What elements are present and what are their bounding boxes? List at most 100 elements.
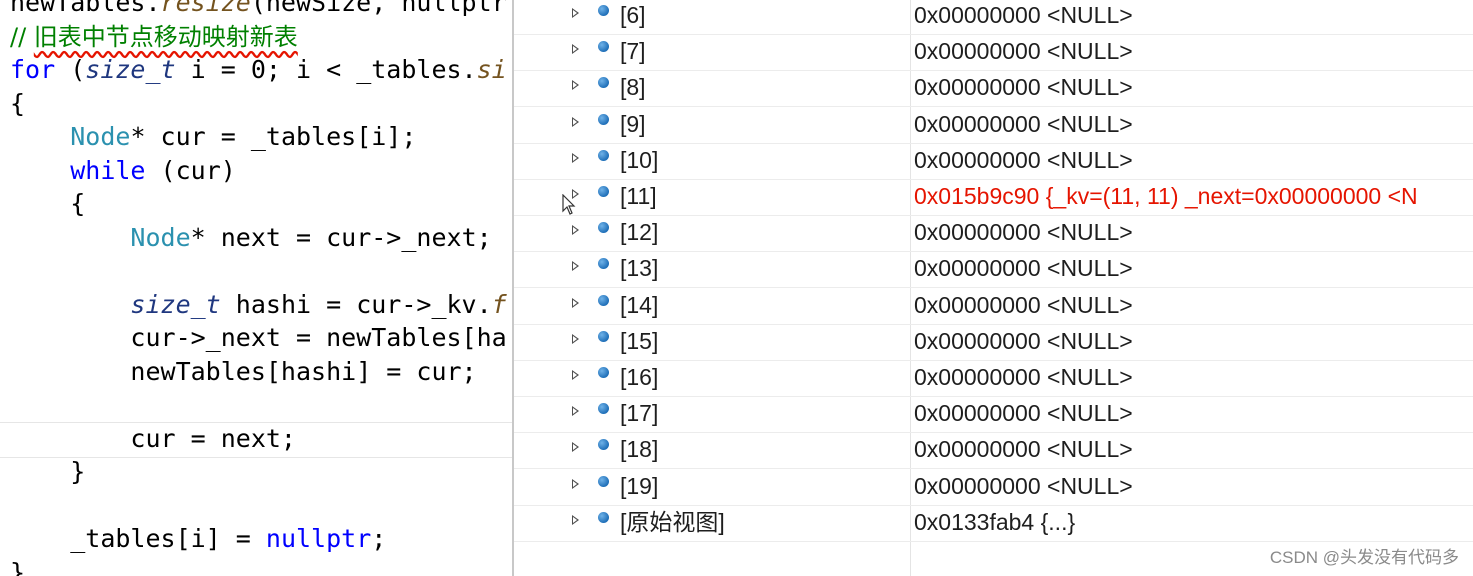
expand-triangle-icon[interactable] <box>572 514 579 525</box>
code-line[interactable]: _tables[i] = nullptr; <box>10 522 386 556</box>
watch-row[interactable]: [19] 0x00000000 <NULL> <box>514 469 1473 506</box>
field-icon <box>598 186 609 197</box>
watch-value[interactable]: 0x00000000 <NULL> <box>914 324 1133 360</box>
code-line[interactable]: // 旧表中节点移动映射新表 <box>10 20 298 54</box>
code-line[interactable]: cur = next; <box>10 422 296 456</box>
field-icon <box>598 113 609 125</box>
watch-value[interactable]: 0x00000000 <NULL> <box>914 0 1133 34</box>
watermark: CSDN @头发没有代码多 <box>1269 548 1459 567</box>
code-line[interactable]: size_t hashi = cur->_kv.f <box>10 288 507 322</box>
code-token: } <box>10 557 26 576</box>
expand-triangle-icon[interactable] <box>572 333 579 344</box>
watch-row[interactable]: [原始视图] 0x0133fab4 {...} <box>514 505 1473 542</box>
watch-value[interactable]: 0x00000000 <NULL> <box>914 34 1133 70</box>
watch-row[interactable]: [8] 0x00000000 <NULL> <box>514 70 1473 108</box>
field-icon <box>598 511 609 523</box>
watch-row[interactable]: [16] 0x00000000 <NULL> <box>514 360 1473 397</box>
watch-value[interactable]: 0x00000000 <NULL> <box>914 215 1133 251</box>
code-token: size_t <box>130 289 221 319</box>
code-token: Node <box>130 222 191 252</box>
watch-row[interactable]: [9] 0x00000000 <NULL> <box>514 107 1473 144</box>
field-icon <box>598 294 609 306</box>
expand-triangle-icon[interactable] <box>572 225 579 236</box>
code-line[interactable]: newTables[hashi] = cur; <box>10 355 477 389</box>
code-line[interactable]: { <box>10 187 85 221</box>
expand-triangle-icon[interactable] <box>572 297 579 308</box>
watch-value[interactable]: 0x0133fab4 {...} <box>914 505 1075 541</box>
code-line[interactable]: } <box>10 455 85 489</box>
watch-row[interactable]: [13] 0x00000000 <NULL> <box>514 251 1473 289</box>
watch-value[interactable]: 0x00000000 <NULL> <box>914 251 1133 287</box>
code-token: ; <box>371 524 387 553</box>
watch-value[interactable]: 0x00000000 <NULL> <box>914 469 1133 505</box>
code-line[interactable]: newTables.resize(newSize, nullptr <box>10 0 507 20</box>
watch-row[interactable]: [6] 0x00000000 <NULL> <box>514 0 1473 35</box>
watch-name: [13] <box>620 255 659 282</box>
expand-triangle-icon[interactable] <box>572 8 579 18</box>
watch-name: [18] <box>620 436 659 463</box>
expand-triangle-icon[interactable] <box>572 152 579 163</box>
watch-name: [17] <box>620 400 659 427</box>
expand-triangle-icon[interactable] <box>572 116 579 127</box>
code-line[interactable]: } <box>10 556 25 576</box>
watch-value[interactable]: 0x00000000 <NULL> <box>914 288 1133 324</box>
code-line[interactable]: while (cur) <box>10 154 236 188</box>
watch-name: [原始视图] <box>620 508 725 535</box>
watch-value[interactable]: 0x00000000 <NULL> <box>914 360 1133 396</box>
watch-row[interactable]: [17] 0x00000000 <NULL> <box>514 396 1473 434</box>
code-token: newTables[hashi] = cur; <box>130 356 477 386</box>
expand-triangle-icon[interactable] <box>572 80 579 91</box>
watch-value[interactable]: 0x00000000 <NULL> <box>914 70 1133 106</box>
code-token: si <box>476 55 507 84</box>
expand-triangle-icon[interactable] <box>572 406 579 417</box>
field-icon <box>598 403 609 415</box>
watch-value[interactable]: 0x00000000 <NULL> <box>914 107 1133 143</box>
watch-name: [11] <box>620 183 657 209</box>
code-token: f <box>491 289 507 319</box>
code-comment: // 旧表中节点移动映射新表 <box>10 23 298 51</box>
watch-value[interactable]: 0x00000000 <NULL> <box>914 143 1133 179</box>
code-token: hashi = cur->_kv. <box>220 289 492 319</box>
watch-row[interactable]: [15] 0x00000000 <NULL> <box>514 324 1473 361</box>
expand-triangle-icon[interactable] <box>572 442 579 453</box>
comment-text: 旧表中节点移动映射新表 <box>33 22 298 51</box>
code-token: resize <box>160 0 251 17</box>
watch-name: [10] <box>620 146 659 173</box>
watch-row[interactable]: [10] 0x00000000 <NULL> <box>514 143 1473 180</box>
expand-triangle-icon[interactable] <box>572 370 579 380</box>
watch-row[interactable]: [14] 0x00000000 <NULL> <box>514 288 1473 325</box>
watch-row[interactable]: [7] 0x00000000 <NULL> <box>514 34 1473 72</box>
code-token: * cur = _tables[i]; <box>130 122 417 151</box>
code-token: newTables. <box>10 0 161 17</box>
watch-name: [19] <box>620 472 659 499</box>
watch-name: [9] <box>620 110 646 137</box>
expand-triangle-icon[interactable] <box>572 44 579 55</box>
expand-triangle-icon[interactable] <box>572 261 579 272</box>
field-icon <box>598 367 609 378</box>
watch-row[interactable]: [11] 0x015b9c90 {_kv=(11, 11) _next=0x000… <box>514 179 1473 216</box>
code-line[interactable]: Node* cur = _tables[i]; <box>10 120 416 154</box>
code-line[interactable]: Node* next = cur->_next; <box>10 221 491 255</box>
code-editor[interactable]: newTables.resize(newSize, nullptr // 旧表中节… <box>0 0 512 576</box>
watch-value[interactable]: 0x015b9c90 {_kv=(11, 11) _next=0x0000000… <box>914 179 1418 215</box>
watch-name: [7] <box>620 38 646 65</box>
watch-value[interactable]: 0x00000000 <NULL> <box>914 396 1133 432</box>
watch-row[interactable]: [18] 0x00000000 <NULL> <box>514 432 1473 470</box>
watch-value[interactable]: 0x00000000 <NULL> <box>914 432 1133 468</box>
field-icon <box>598 258 609 270</box>
expand-triangle-icon[interactable] <box>572 478 579 489</box>
field-icon <box>598 222 609 234</box>
code-line[interactable]: cur->_next = newTables[ha <box>10 321 506 355</box>
watch-row[interactable]: [12] 0x00000000 <NULL> <box>514 215 1473 253</box>
watch-panel[interactable]: [6] 0x00000000 <NULL> [7] 0x00000000 <NULL>… <box>512 0 1473 576</box>
field-icon <box>598 439 609 451</box>
code-line[interactable]: for (size_t i = 0; i < _tables.si <box>10 53 507 87</box>
code-line[interactable]: { <box>10 87 25 121</box>
code-token: for <box>10 55 56 84</box>
